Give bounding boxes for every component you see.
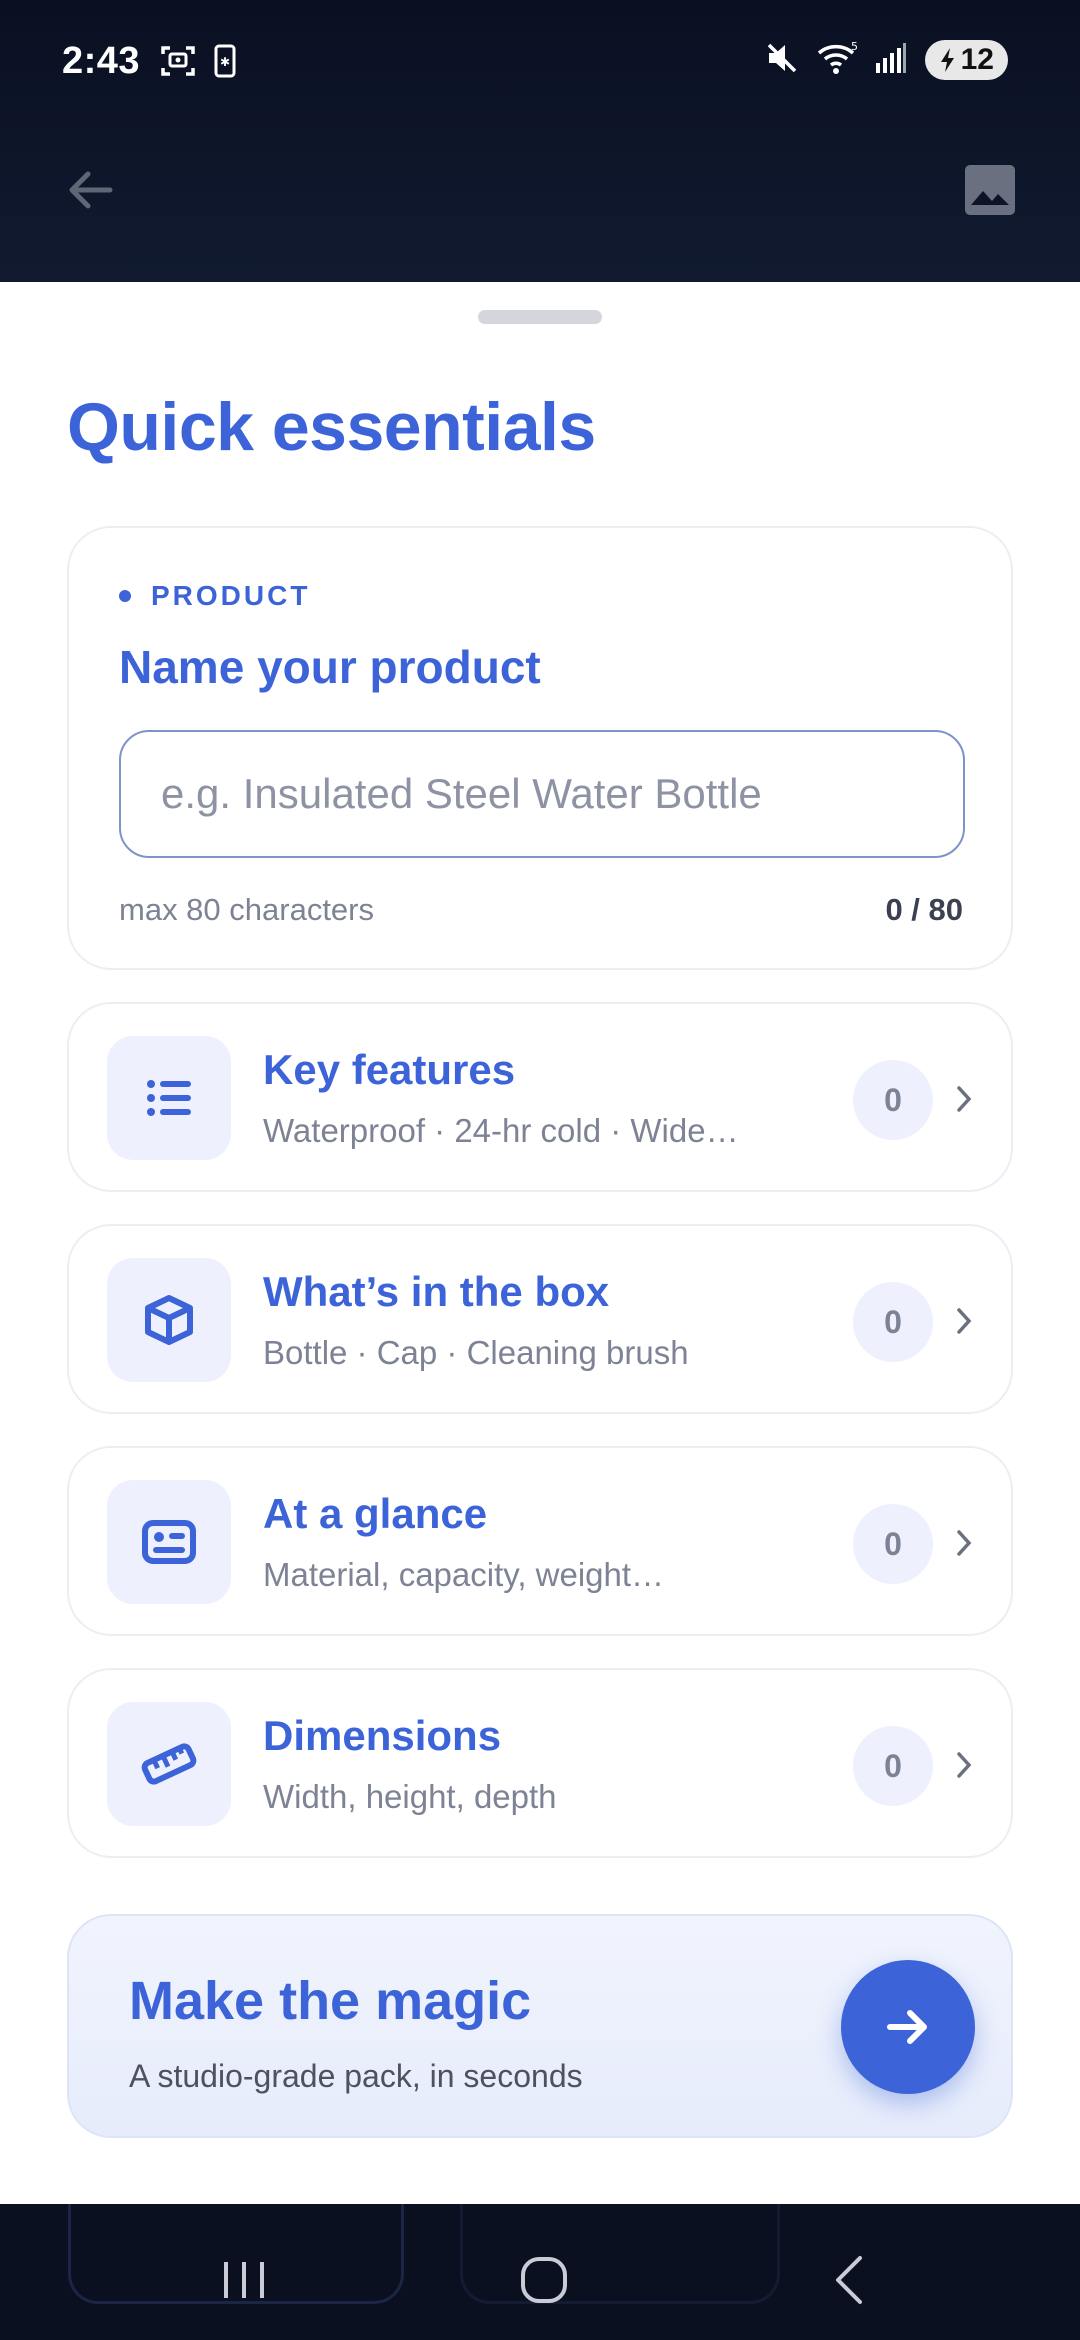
box-icon xyxy=(145,1295,193,1345)
system-back-button[interactable] xyxy=(800,2240,900,2320)
product-eyebrow: PRODUCT xyxy=(119,580,310,612)
list-item-title: Dimensions xyxy=(263,1712,502,1759)
image-button[interactable] xyxy=(960,160,1020,220)
status-right-icons: 5 12 xyxy=(765,40,1008,80)
battery-icon: 12 xyxy=(924,40,1008,80)
list-icon xyxy=(147,1080,191,1116)
list-item-subtitle: Material, capacity, weight… xyxy=(263,1556,665,1593)
arrow-right-icon xyxy=(887,2010,927,2044)
svg-text:5: 5 xyxy=(851,41,857,53)
sim-icon: ✱ xyxy=(214,44,236,83)
image-icon xyxy=(965,165,1015,215)
count-badge: 0 xyxy=(853,1060,933,1140)
list-item-subtitle: Bottle · Cap · Cleaning brush xyxy=(263,1334,689,1371)
list-icon-box xyxy=(107,1036,231,1160)
list-item-at-a-glance[interactable]: At a glance Material, capacity, weight… … xyxy=(67,1446,1013,1636)
list-item-title: Key features xyxy=(263,1046,516,1093)
chevron-right-icon xyxy=(949,1510,979,1576)
top-header: 2:43 ✱ 5 12 xyxy=(0,0,1080,282)
sheet-title: Quick essentials xyxy=(67,389,596,465)
list-item-title: At a glance xyxy=(263,1490,488,1537)
system-nav-bar xyxy=(0,2204,1080,2340)
list-icon-box xyxy=(107,1258,231,1382)
char-counter: 0 / 80 xyxy=(885,892,963,927)
product-helper-text: max 80 characters xyxy=(119,892,374,927)
arrow-left-icon xyxy=(69,171,113,209)
cta-title: Make the magic xyxy=(129,1971,532,2031)
chevron-right-icon xyxy=(949,1066,979,1132)
make-magic-card[interactable]: Make the magic A studio-grade pack, in s… xyxy=(67,1914,1013,2138)
product-name-input[interactable] xyxy=(119,730,965,858)
wifi-icon: 5 xyxy=(817,40,858,80)
recents-icon xyxy=(224,2262,264,2298)
count-badge: 0 xyxy=(853,1504,933,1584)
product-heading: Name your product xyxy=(119,641,541,693)
list-item-subtitle: Width, height, depth xyxy=(263,1778,557,1815)
sheet-drag-handle[interactable] xyxy=(478,310,602,324)
status-time: 2:43 xyxy=(62,40,141,82)
bottom-sheet: Quick essentials PRODUCT Name your produ… xyxy=(0,282,1080,2204)
back-button[interactable] xyxy=(60,160,120,220)
make-magic-button[interactable] xyxy=(841,1960,975,2094)
svg-text:✱: ✱ xyxy=(220,55,230,69)
count-badge: 0 xyxy=(853,1282,933,1362)
list-icon-box xyxy=(107,1480,231,1604)
list-item-whats-in-the-box[interactable]: What’s in the box Bottle · Cap · Cleanin… xyxy=(67,1224,1013,1414)
chevron-right-icon xyxy=(949,1732,979,1798)
back-icon xyxy=(836,2256,862,2304)
eyebrow-label: PRODUCT xyxy=(151,580,311,611)
list-item-dimensions[interactable]: Dimensions Width, height, depth 0 xyxy=(67,1668,1013,1858)
eyebrow-dot xyxy=(119,590,131,602)
ruler-icon xyxy=(141,1743,197,1785)
signal-icon xyxy=(875,42,907,78)
recents-button[interactable] xyxy=(194,2240,294,2320)
list-item-subtitle: Waterproof · 24-hr cold · Wide… xyxy=(263,1112,739,1149)
list-item-key-features[interactable]: Key features Waterproof · 24-hr cold · W… xyxy=(67,1002,1013,1192)
id-card-icon xyxy=(142,1520,196,1564)
screenshot-icon xyxy=(160,44,196,83)
chevron-right-icon xyxy=(949,1288,979,1354)
home-icon xyxy=(521,2257,567,2303)
home-button[interactable] xyxy=(494,2240,594,2320)
list-item-title: What’s in the box xyxy=(263,1268,610,1315)
product-name-card: PRODUCT Name your product max 80 charact… xyxy=(67,526,1013,970)
mute-icon xyxy=(765,41,799,80)
cta-subtitle: A studio-grade pack, in seconds xyxy=(129,2058,583,2094)
status-left-icons: ✱ xyxy=(160,44,236,83)
count-badge: 0 xyxy=(853,1726,933,1806)
list-icon-box xyxy=(107,1702,231,1826)
status-bar: 2:43 ✱ 5 12 xyxy=(0,0,1080,130)
battery-level: 12 xyxy=(960,43,994,76)
